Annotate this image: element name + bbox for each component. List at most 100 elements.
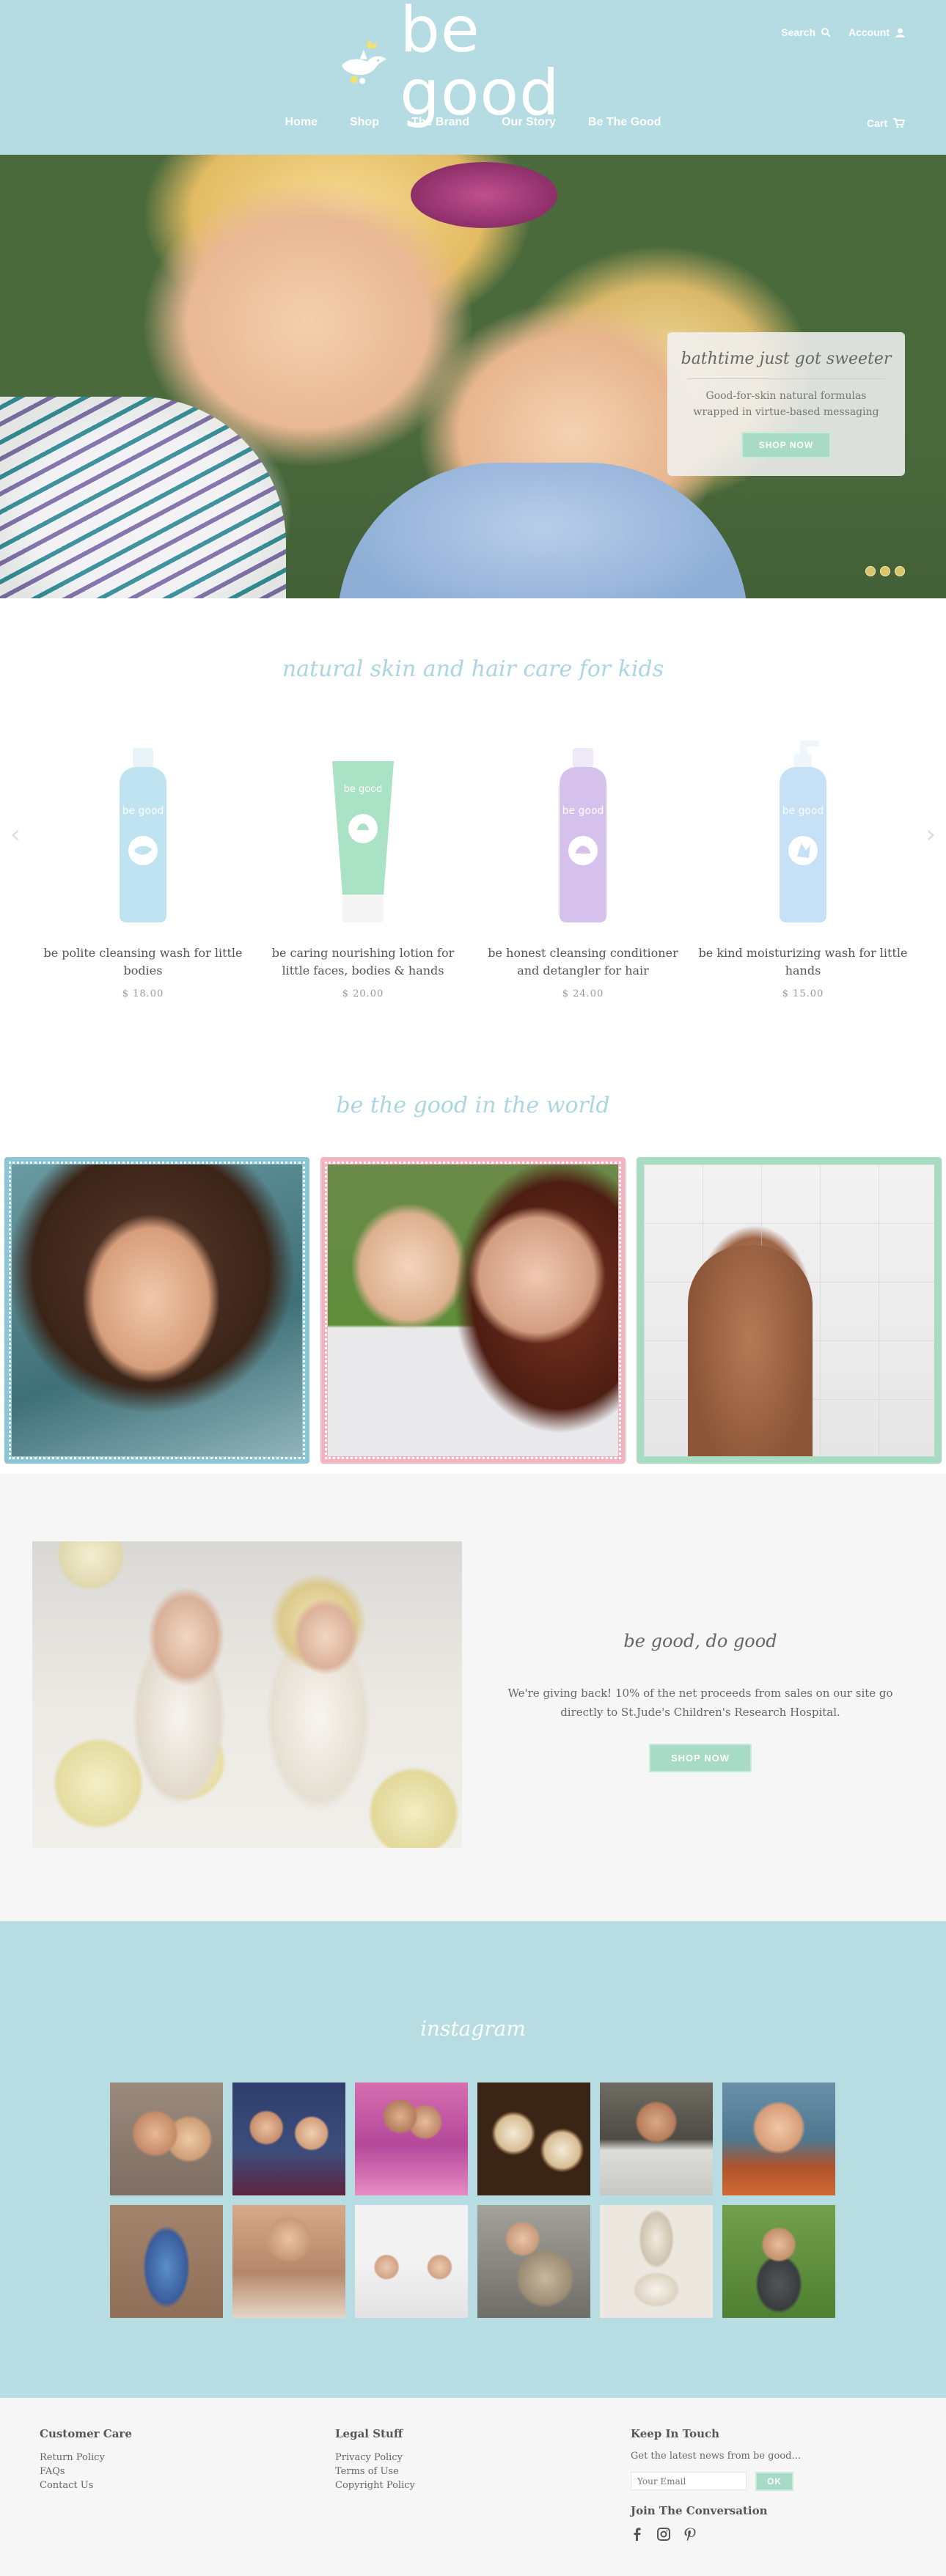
photo-frame-blue xyxy=(4,1157,309,1464)
product-card[interactable]: be good be polite cleansing wash for lit… xyxy=(37,733,249,999)
join-conversation-title: Join The Conversation xyxy=(631,2504,768,2517)
photo-baby xyxy=(688,1245,813,1456)
photo-girls-with-balloons xyxy=(32,1541,462,1848)
cart-label: Cart xyxy=(866,117,887,129)
nav-item-shop[interactable]: Shop xyxy=(350,116,379,129)
newsletter-submit-button[interactable]: OK xyxy=(755,2472,793,2491)
footer-link-terms-of-use[interactable]: Terms of Use xyxy=(335,2465,415,2478)
hero-headline: bathtime just got sweeter xyxy=(681,350,892,368)
footer-heading: Keep In Touch xyxy=(631,2427,720,2440)
footer-link-return-policy[interactable]: Return Policy xyxy=(40,2451,132,2465)
newsletter-form: OK xyxy=(631,2472,801,2491)
product-card[interactable]: be good be kind moisturizing wash for li… xyxy=(697,733,909,999)
nav-item-our-story[interactable]: Our Story xyxy=(502,116,556,129)
site-footer: Customer Care Return Policy FAQs Contact… xyxy=(0,2398,946,2576)
product-name[interactable]: be polite cleansing wash for little bodi… xyxy=(37,944,249,980)
carousel-prev-arrow[interactable]: ‹ xyxy=(10,820,21,849)
footer-link-contact-us[interactable]: Contact Us xyxy=(40,2478,132,2492)
brand-name: be good xyxy=(400,0,560,130)
cart-link[interactable]: Cart xyxy=(867,117,905,129)
product-image[interactable]: be good xyxy=(257,733,469,924)
footer-heading: Legal Stuff xyxy=(335,2427,403,2440)
footer-link-faqs[interactable]: FAQs xyxy=(40,2465,132,2478)
instagram-photo[interactable] xyxy=(722,2083,835,2195)
brand-logo[interactable]: be good xyxy=(336,0,615,125)
search-icon xyxy=(821,27,831,37)
dotted-border xyxy=(325,1162,621,1459)
nav-item-home[interactable]: Home xyxy=(285,116,318,129)
instagram-icon[interactable] xyxy=(657,2528,670,2541)
nav-item-be-the-good[interactable]: Be The Good xyxy=(588,116,661,129)
product-name[interactable]: be honest cleansing conditioner and deta… xyxy=(477,944,689,980)
give-back-title: be good, do good xyxy=(623,1631,777,1651)
hero-shop-now-button[interactable]: SHOP NOW xyxy=(741,432,832,458)
email-input[interactable] xyxy=(631,2472,747,2490)
products-title: natural skin and hair care for kids xyxy=(282,656,664,682)
bird-logo-icon xyxy=(342,40,387,84)
svg-text:be good: be good xyxy=(782,805,824,817)
nav-item-the-brand[interactable]: The Brand xyxy=(411,116,469,129)
account-label: Account xyxy=(848,26,890,38)
give-back-shop-now-button[interactable]: SHOP NOW xyxy=(649,1744,752,1772)
hero-promo-card: bathtime just got sweeter Good-for-skin … xyxy=(667,332,905,476)
instagram-photo[interactable] xyxy=(232,2083,345,2195)
product-price: $ 18.00 xyxy=(122,988,164,999)
instagram-photo[interactable] xyxy=(477,2205,590,2318)
give-back-section: be good, do good We're giving back! 10% … xyxy=(0,1474,946,1921)
photo-frame-pink xyxy=(320,1157,626,1464)
product-price: $ 20.00 xyxy=(342,988,384,999)
footer-heading: Customer Care xyxy=(40,2427,132,2440)
footer-link-privacy-policy[interactable]: Privacy Policy xyxy=(335,2451,415,2465)
hero-photo-boy-shirt xyxy=(337,463,748,598)
cart-icon xyxy=(893,118,905,128)
slider-dot-1[interactable] xyxy=(865,566,876,576)
account-link[interactable]: Account xyxy=(848,26,905,38)
svg-text:be good: be good xyxy=(122,805,164,817)
instagram-title: instagram xyxy=(420,2017,526,2041)
photo-frame-green xyxy=(637,1157,942,1464)
photo-frames xyxy=(4,1157,942,1464)
product-card[interactable]: be good be honest cleansing conditioner … xyxy=(477,733,689,999)
product-image[interactable]: be good xyxy=(37,733,249,924)
site-header: be good Search Account Home Shop The Bra… xyxy=(0,0,946,155)
product-price: $ 15.00 xyxy=(782,988,824,999)
main-nav: Home Shop The Brand Our Story Be The Goo… xyxy=(0,116,946,129)
instagram-photo[interactable] xyxy=(110,2083,223,2195)
bottle-icon: be good xyxy=(120,748,166,922)
slider-dot-2[interactable] xyxy=(880,566,890,576)
product-image[interactable]: be good xyxy=(697,733,909,924)
instagram-photo[interactable] xyxy=(355,2205,468,2318)
hero-photo-hair-bow xyxy=(411,162,557,228)
pinterest-icon[interactable] xyxy=(683,2528,697,2541)
product-price: $ 24.00 xyxy=(562,988,604,999)
divider xyxy=(687,378,885,379)
instagram-photo[interactable] xyxy=(477,2083,590,2195)
world-title: be the good in the world xyxy=(336,1093,610,1118)
bottle-icon: be good xyxy=(560,748,606,922)
product-card[interactable]: be good be caring nourishing lotion for … xyxy=(257,733,469,999)
footer-legal: Legal Stuff Privacy Policy Terms of Use … xyxy=(335,2427,415,2492)
facebook-icon[interactable] xyxy=(631,2528,644,2541)
product-name[interactable]: be kind moisturizing wash for little han… xyxy=(697,944,909,980)
instagram-photo[interactable] xyxy=(355,2083,468,2195)
instagram-photo[interactable] xyxy=(600,2205,713,2318)
slider-dot-3[interactable] xyxy=(895,566,905,576)
product-image[interactable]: be good xyxy=(477,733,689,924)
instagram-photo[interactable] xyxy=(600,2083,713,2195)
newsletter-text: Get the latest news from be good... xyxy=(631,2451,801,2462)
instagram-photo[interactable] xyxy=(232,2205,345,2318)
footer-link-copyright-policy[interactable]: Copyright Policy xyxy=(335,2478,415,2492)
slider-dots xyxy=(865,566,905,576)
carousel-next-arrow[interactable]: › xyxy=(925,820,936,849)
pump-bottle-icon: be good xyxy=(780,741,826,922)
hero-body-line-1: Good-for-skin natural formulas xyxy=(705,390,867,402)
svg-text:be good: be good xyxy=(562,805,604,817)
product-carousel: be good be polite cleansing wash for lit… xyxy=(37,733,909,999)
instagram-photo[interactable] xyxy=(722,2205,835,2318)
photo-baby-in-bath xyxy=(644,1164,934,1456)
instagram-photo[interactable] xyxy=(110,2205,223,2318)
product-name[interactable]: be caring nourishing lotion for little f… xyxy=(257,944,469,980)
give-back-body: We're giving back! 10% of the net procee… xyxy=(507,1687,893,1719)
search-link[interactable]: Search xyxy=(781,26,831,38)
dotted-border xyxy=(9,1162,305,1459)
